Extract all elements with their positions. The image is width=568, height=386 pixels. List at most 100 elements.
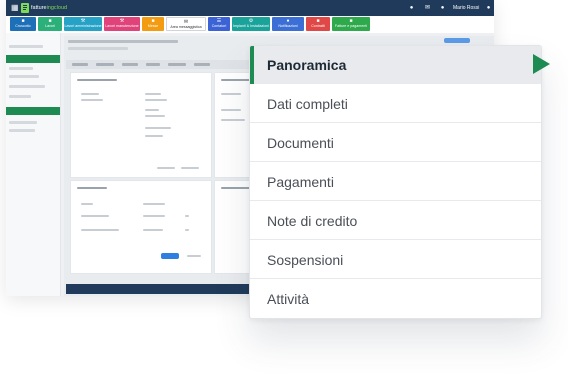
- text-placeholder: [145, 127, 171, 129]
- card-title-placeholder: [221, 79, 251, 81]
- module-bar: ■ Cruscotto ■ Lavori ⚒ Lavori amministra…: [6, 16, 494, 33]
- menu-item-attivita[interactable]: Attività: [250, 280, 541, 318]
- grid-icon[interactable]: ▦: [11, 3, 20, 12]
- mail-icon[interactable]: ✉: [423, 3, 432, 13]
- text-placeholder: [81, 203, 93, 205]
- pointer-arrow-icon: [533, 54, 550, 74]
- documents-card: [70, 180, 212, 274]
- module-label: Lavori amministrazione: [64, 24, 102, 28]
- text-placeholder: [145, 93, 161, 95]
- sidebar-placeholder: [9, 121, 37, 124]
- sidebar-placeholder: [9, 75, 39, 78]
- menu-item-label: Documenti: [267, 135, 334, 151]
- module-label: Lavori manutenzione: [105, 24, 139, 28]
- module-cruscotto[interactable]: ■ Cruscotto: [10, 17, 36, 31]
- tab-placeholder[interactable]: [122, 63, 138, 66]
- menu-item-note-di-credito[interactable]: Note di credito: [250, 202, 541, 240]
- link-placeholder[interactable]: [187, 255, 201, 257]
- card-title-placeholder: [77, 187, 107, 189]
- page-header-placeholder: [68, 40, 178, 43]
- chat-icon[interactable]: ●: [438, 3, 447, 13]
- module-label: Fatture e pagamenti: [334, 24, 368, 28]
- detail-menu: Panoramica Dati completi Documenti Pagam…: [249, 45, 542, 319]
- menu-item-dati-completi[interactable]: Dati completi: [250, 85, 541, 123]
- brand-part2: ingcloud: [46, 5, 68, 11]
- module-fatture-pagamenti[interactable]: ■ Fatture e pagamenti: [332, 17, 370, 31]
- text-placeholder: [221, 119, 245, 121]
- sidebar: [6, 33, 61, 296]
- doc-icon: ■: [316, 18, 320, 24]
- tab-placeholder[interactable]: [194, 63, 210, 66]
- text-placeholder: [81, 99, 103, 101]
- text-placeholder: [81, 229, 119, 231]
- module-contatori[interactable]: ☰ Contatori: [208, 17, 230, 31]
- text-placeholder: [221, 109, 241, 111]
- briefcase-icon: ■: [48, 18, 52, 24]
- card-title-placeholder: [77, 79, 117, 81]
- invoice-icon: ■: [349, 18, 353, 24]
- dashboard-icon: ■: [21, 18, 25, 24]
- sidebar-active-item[interactable]: [6, 55, 60, 63]
- menu-item-label: Sospensioni: [267, 252, 344, 268]
- sidebar-placeholder: [9, 45, 43, 48]
- module-notificazioni[interactable]: ● Notificazioni: [272, 17, 304, 31]
- module-lavori-amministrazione[interactable]: ⚒ Lavori amministrazione: [64, 17, 102, 31]
- tab-placeholder[interactable]: [168, 63, 186, 66]
- text-placeholder: [81, 93, 99, 95]
- text-placeholder: [145, 99, 167, 101]
- text-placeholder: [143, 229, 163, 231]
- text-placeholder: [145, 109, 159, 111]
- link-placeholder[interactable]: [157, 167, 175, 169]
- module-label: Contratti: [311, 24, 325, 28]
- module-label: Impianti & Installazioni: [233, 24, 269, 28]
- text-placeholder: [185, 215, 189, 217]
- module-label: Cruscotto: [15, 24, 31, 28]
- top-bar: ▦ fattureingcloud ● ✉ ● Mario Rossi ●: [6, 0, 494, 16]
- menu-item-panoramica[interactable]: Panoramica: [250, 46, 541, 84]
- bell-icon: ●: [286, 18, 290, 24]
- wrench-icon: ⚒: [80, 18, 86, 24]
- menu-item-label: Attività: [267, 291, 310, 307]
- menu-item-label: Pagamenti: [267, 174, 334, 190]
- link-placeholder[interactable]: [181, 167, 199, 169]
- tab-placeholder[interactable]: [96, 63, 114, 66]
- sidebar-placeholder: [9, 85, 45, 88]
- module-area-messaggistica[interactable]: ✉ Area messaggistica: [166, 17, 206, 31]
- sidebar-placeholder: [9, 129, 35, 132]
- module-label: Messe: [147, 24, 159, 28]
- menu-item-pagamenti[interactable]: Pagamenti: [250, 163, 541, 201]
- text-placeholder: [185, 229, 189, 231]
- user-name[interactable]: Mario Rossi: [453, 3, 479, 13]
- active-indicator: [250, 46, 254, 84]
- module-messe[interactable]: ■ Messe: [142, 17, 164, 31]
- module-impianti[interactable]: ⚙ Impianti & Installazioni: [232, 17, 270, 31]
- menu-item-label: Note di credito: [267, 213, 358, 229]
- bell-icon[interactable]: ●: [407, 3, 416, 13]
- envelope-icon: ✉: [183, 19, 189, 25]
- text-placeholder: [143, 215, 165, 217]
- menu-item-documenti[interactable]: Documenti: [250, 124, 541, 162]
- sidebar-placeholder: [9, 67, 33, 70]
- brand-logo-icon: [21, 3, 29, 13]
- list-icon: ☰: [216, 18, 222, 24]
- text-placeholder: [145, 115, 165, 117]
- tab-placeholder[interactable]: [146, 63, 160, 66]
- primary-button[interactable]: [161, 253, 179, 259]
- calendar-icon: ■: [151, 18, 155, 24]
- tab-placeholder[interactable]: [72, 63, 88, 66]
- menu-item-label: Panoramica: [267, 57, 347, 73]
- user-icon[interactable]: ●: [484, 3, 493, 13]
- menu-item-sospensioni[interactable]: Sospensioni: [250, 241, 541, 279]
- action-button[interactable]: [444, 38, 470, 43]
- sidebar-active-item[interactable]: [6, 107, 60, 115]
- module-lavori-manutenzione[interactable]: ⚒ Lavori manutenzione: [104, 17, 140, 31]
- module-contratti[interactable]: ■ Contratti: [306, 17, 330, 31]
- card-title-placeholder: [221, 187, 251, 189]
- info-card: [70, 72, 212, 178]
- module-label: Contatori: [211, 24, 227, 28]
- text-placeholder: [221, 93, 241, 95]
- menu-item-label: Dati completi: [267, 96, 348, 112]
- text-placeholder: [143, 203, 165, 205]
- module-label: Lavori: [45, 24, 55, 28]
- module-lavori[interactable]: ■ Lavori: [38, 17, 62, 31]
